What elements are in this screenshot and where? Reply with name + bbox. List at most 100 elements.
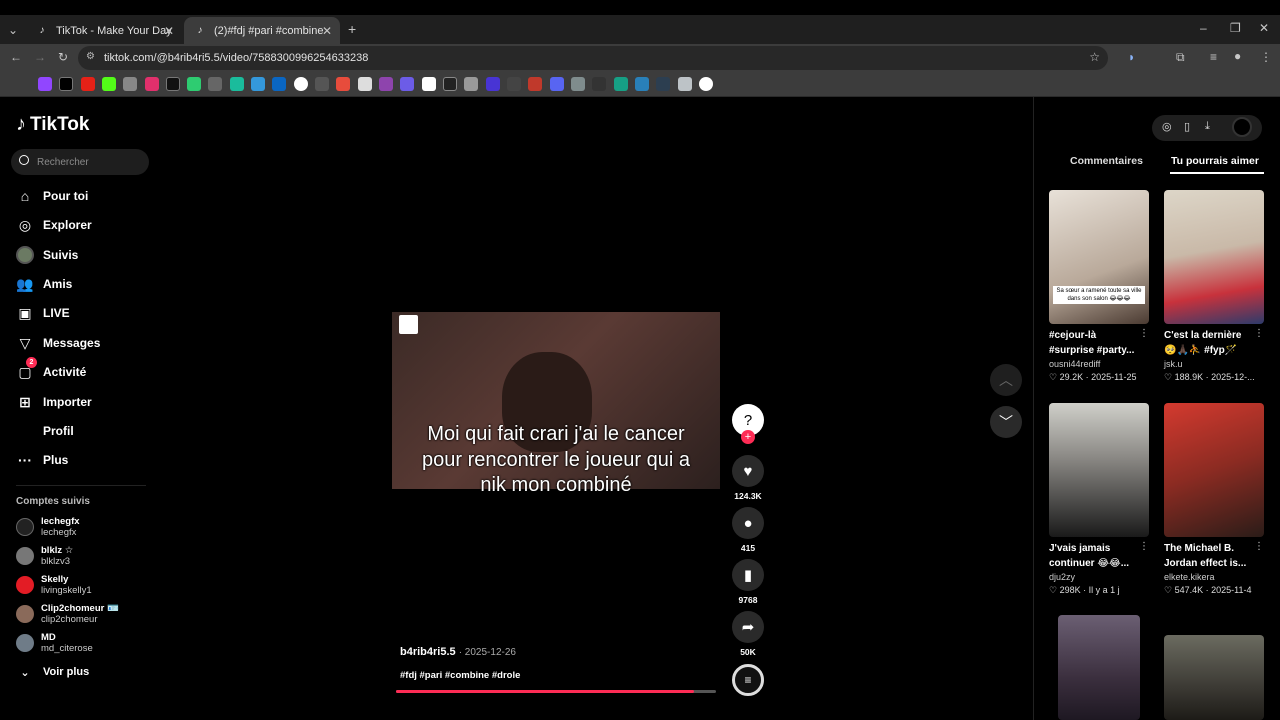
suggested-video-card[interactable]: ⋮ J'vais jamais continuer 😂😂... dju2zy ♡… — [1049, 403, 1151, 597]
save-button[interactable]: ▮ 9768 — [732, 559, 764, 605]
bookmark-icon[interactable] — [251, 77, 265, 91]
bookmark-instagram-icon[interactable] — [145, 77, 159, 91]
more-options-icon[interactable]: ⋮ — [1254, 541, 1264, 552]
avatar — [16, 547, 34, 565]
browser-tab-video[interactable]: ♪ (2)#fdj #pari #combine #drole ✕ — [184, 17, 340, 44]
bookmark-twitch-icon[interactable] — [38, 77, 52, 91]
nav-for-you[interactable]: ⌂ Pour toi — [16, 186, 89, 206]
previous-video-button[interactable]: ︿ — [990, 364, 1022, 396]
comment-button[interactable]: ● 415 — [732, 507, 764, 553]
compass-icon[interactable]: ◎ — [1162, 120, 1172, 133]
tab-search-icon[interactable]: ⌄ — [8, 23, 18, 37]
bookmark-tiktok-icon[interactable] — [166, 77, 180, 91]
nav-more[interactable]: ··· Plus — [16, 450, 68, 470]
bookmark-star-icon[interactable]: ☆ — [1089, 50, 1100, 64]
minimize-icon[interactable]: – — [1200, 21, 1207, 35]
followed-account[interactable]: Clip2chomeur 🪪 clip2chomeur — [16, 600, 119, 628]
author-name[interactable]: b4rib4ri5.5 — [400, 646, 456, 658]
browser-tab-tiktok[interactable]: ♪ TikTok - Make Your Day ✕ — [26, 17, 182, 44]
bookmark-icon[interactable] — [315, 77, 329, 91]
device-icon[interactable]: ▯ — [1184, 120, 1190, 133]
bookmark-x-icon[interactable] — [59, 77, 73, 91]
share-button[interactable]: ➦ 50K — [732, 611, 764, 657]
bookmark-icon[interactable] — [422, 77, 436, 91]
bookmark-icon[interactable] — [294, 77, 308, 91]
video-hashtags[interactable]: #fdj #pari #combine #drole — [400, 670, 520, 681]
menu-kebab-icon[interactable]: ⋮ — [1260, 50, 1272, 64]
nav-profile[interactable]: Profil — [16, 421, 74, 441]
back-icon[interactable]: ← — [10, 50, 22, 64]
next-video-button[interactable]: ﹀ — [990, 406, 1022, 438]
bookmark-icon[interactable] — [336, 77, 350, 91]
bookmark-icon[interactable] — [592, 77, 606, 91]
profile-avatar[interactable] — [1232, 117, 1252, 137]
nav-friends[interactable]: 👥 Amis — [16, 274, 72, 294]
bookmark-icon[interactable] — [379, 77, 393, 91]
nav-messages[interactable]: ▽ Messages — [16, 333, 101, 353]
suggested-video-card[interactable]: ⋮ C'est la dernière 🥺🙏🏿⛹️ #fyp🪄 jsk.u ♡ … — [1164, 190, 1266, 384]
bookmark-icon[interactable] — [486, 77, 500, 91]
search-input[interactable]: Rechercher — [11, 149, 149, 175]
bookmark-icon[interactable] — [187, 77, 201, 91]
bookmark-icon[interactable] — [678, 77, 692, 91]
follow-plus-icon[interactable]: + — [741, 430, 755, 444]
sound-disc-button[interactable]: ≡ — [732, 664, 764, 696]
nav-upload[interactable]: ⊞ Importer — [16, 392, 92, 412]
followed-account[interactable]: blklz ☆ blklzv3 — [16, 542, 73, 570]
new-tab-icon[interactable]: + — [348, 21, 356, 37]
followed-account[interactable]: MD md_citerose — [16, 629, 93, 657]
forward-icon[interactable]: → — [34, 50, 46, 64]
url-field[interactable]: ⚙ tiktok.com/@b4rib4ri5.5/video/75883009… — [78, 46, 1108, 70]
tiktok-logo[interactable]: ♪ TikTok — [16, 113, 89, 136]
extension-icon[interactable]: ◗ — [1128, 50, 1135, 64]
close-tab-icon[interactable]: ✕ — [164, 24, 174, 38]
reload-icon[interactable]: ↻ — [58, 50, 68, 64]
nav-activity[interactable]: ▢ 2 Activité — [16, 357, 86, 382]
bookmark-linkedin-icon[interactable] — [272, 77, 286, 91]
bookmark-icon[interactable] — [208, 77, 222, 91]
bookmark-icon[interactable] — [123, 77, 137, 91]
bookmark-icon[interactable] — [464, 77, 478, 91]
nav-following[interactable]: Suivis — [16, 245, 78, 265]
restore-icon[interactable]: ❐ — [1230, 21, 1241, 35]
download-icon[interactable]: ⤓ — [1205, 120, 1210, 133]
like-button[interactable]: ♥ 124.3K — [732, 455, 764, 501]
bookmark-icon[interactable] — [443, 77, 457, 91]
bookmark-icon[interactable] — [358, 77, 372, 91]
profile-icon[interactable]: ● — [1234, 49, 1241, 63]
suggested-video-card[interactable] — [1058, 615, 1160, 720]
bookmark-icon[interactable] — [656, 77, 670, 91]
bookmark-icon[interactable] — [230, 77, 244, 91]
bookmark-icon[interactable] — [614, 77, 628, 91]
nav-explore[interactable]: ◎ Explorer — [16, 215, 92, 235]
media-control-icon[interactable]: ≡ — [1210, 50, 1217, 64]
suggested-video-card[interactable]: ⋮ The Michael B. Jordan effect is... elk… — [1164, 403, 1266, 597]
bookmark-icon[interactable] — [400, 77, 414, 91]
nav-live[interactable]: ▣ LIVE — [16, 303, 69, 323]
site-info-icon[interactable]: ⚙ — [86, 51, 95, 62]
suggested-video-card[interactable]: Sa sœur a ramené toute sa ville dans son… — [1049, 190, 1151, 384]
more-options-icon[interactable]: ⋮ — [1139, 541, 1149, 552]
tab-comments[interactable]: Commentaires — [1070, 155, 1143, 167]
more-options-icon[interactable]: ⋮ — [1139, 328, 1149, 339]
bookmark-icon[interactable] — [528, 77, 542, 91]
close-window-icon[interactable]: ✕ — [1259, 21, 1269, 35]
see-more-button[interactable]: ⌄ Voir plus — [16, 662, 89, 682]
followed-account[interactable]: lechegfx lechegfx — [16, 513, 80, 541]
bookmark-kick-icon[interactable] — [102, 77, 116, 91]
bookmark-icon[interactable] — [699, 77, 713, 91]
more-options-icon[interactable]: ⋮ — [1254, 328, 1264, 339]
followed-account[interactable]: Skelly livingskelly1 — [16, 571, 92, 599]
author-avatar-button[interactable]: ? + — [732, 404, 764, 444]
video-progress-bar[interactable] — [396, 690, 716, 693]
bookmark-icon[interactable] — [571, 77, 585, 91]
suggested-video-card[interactable] — [1164, 635, 1266, 720]
bookmark-youtube-icon[interactable] — [81, 77, 95, 91]
extensions-puzzle-icon[interactable]: ⧉ — [1176, 50, 1185, 65]
tab-suggestions[interactable]: Tu pourrais aimer — [1171, 155, 1259, 167]
bookmark-icon[interactable] — [635, 77, 649, 91]
bookmark-icon[interactable] — [507, 77, 521, 91]
logo-text: TikTok — [30, 113, 90, 135]
close-tab-icon[interactable]: ✕ — [322, 24, 332, 38]
bookmark-icon[interactable] — [550, 77, 564, 91]
